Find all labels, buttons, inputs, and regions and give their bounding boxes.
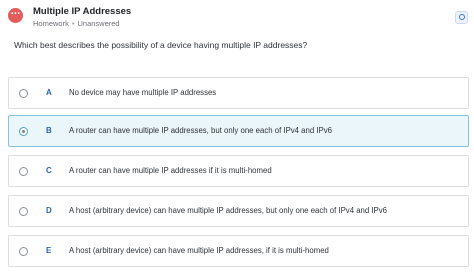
radio-button[interactable] bbox=[19, 207, 28, 216]
radio-button[interactable] bbox=[19, 89, 28, 98]
corner-button[interactable] bbox=[455, 11, 468, 24]
radio-button[interactable] bbox=[19, 127, 28, 136]
meta-separator: • bbox=[71, 19, 75, 28]
option-text: A host (arbitrary device) can have multi… bbox=[69, 206, 387, 215]
category-label: Homework bbox=[33, 19, 69, 28]
option-text: A router can have multiple IP addresses … bbox=[69, 166, 272, 175]
question-header: ··· Multiple IP Addresses Homework • Unans… bbox=[0, 0, 474, 34]
homework-question-page: ··· Multiple IP Addresses Homework • Unans… bbox=[0, 0, 474, 278]
radio-button[interactable] bbox=[19, 247, 28, 256]
answer-option-a[interactable]: A No device may have multiple IP address… bbox=[8, 77, 469, 109]
answer-option-b[interactable]: B A router can have multiple IP addresse… bbox=[8, 115, 469, 147]
answer-option-d[interactable]: D A host (arbitrary device) can have mul… bbox=[8, 195, 469, 227]
option-letter: C bbox=[46, 166, 52, 175]
option-letter: D bbox=[46, 206, 52, 215]
question-meta: Homework • Unanswered bbox=[33, 19, 120, 28]
option-letter: E bbox=[46, 246, 52, 255]
avatar: ··· bbox=[8, 8, 23, 23]
circle-icon bbox=[459, 14, 465, 20]
option-letter: A bbox=[46, 88, 52, 97]
page-title: Multiple IP Addresses bbox=[33, 6, 132, 17]
question-text: Which best describes the possibility of … bbox=[14, 40, 308, 50]
status-label: Unanswered bbox=[77, 19, 120, 28]
option-text: A router can have multiple IP addresses,… bbox=[69, 126, 332, 135]
ellipsis-icon: ··· bbox=[10, 8, 21, 20]
answer-option-e[interactable]: E A host (arbitrary device) can have mul… bbox=[8, 235, 469, 267]
radio-button[interactable] bbox=[19, 167, 28, 176]
option-text: A host (arbitrary device) can have multi… bbox=[69, 246, 329, 255]
answer-option-c[interactable]: C A router can have multiple IP addresse… bbox=[8, 155, 469, 187]
option-text: No device may have multiple IP addresses bbox=[69, 88, 217, 97]
option-letter: B bbox=[46, 126, 52, 135]
